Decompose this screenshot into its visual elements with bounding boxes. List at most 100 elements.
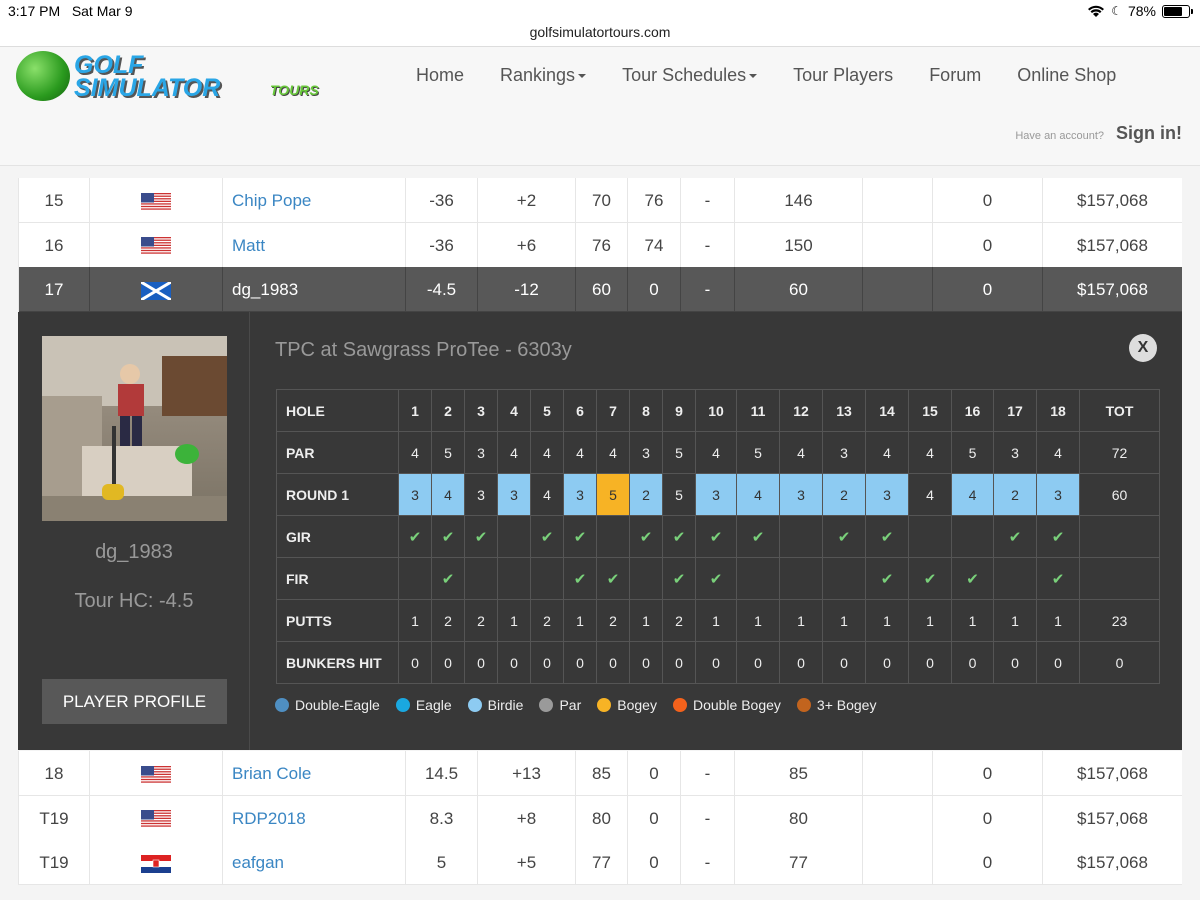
round-hole-18: 3 xyxy=(1036,473,1080,516)
check-icon: ✔ xyxy=(441,528,455,546)
url-bar[interactable]: golfsimulatortours.com xyxy=(0,22,1200,46)
hole-hole-1: 1 xyxy=(398,389,432,432)
cell-r3: - xyxy=(680,222,734,268)
gir-hole-8: ✔ xyxy=(629,515,663,558)
par-hole-4: 4 xyxy=(497,431,531,474)
cell-r3: - xyxy=(680,795,734,841)
putts-hole-16: 1 xyxy=(951,599,994,642)
cell-pts: 0 xyxy=(932,222,1042,268)
cell-total: 60 xyxy=(734,267,862,313)
putts-hole-3: 2 xyxy=(464,599,498,642)
row-label: BUNKERS HIT xyxy=(276,641,399,684)
status-time: 3:17 PM Sat Mar 9 xyxy=(8,3,133,19)
cell-r2: 0 xyxy=(627,751,680,796)
round-hole-10: 3 xyxy=(695,473,737,516)
check-icon: ✔ xyxy=(573,570,587,588)
cell-r2: 76 xyxy=(627,178,680,223)
legend-label: Par xyxy=(559,697,582,713)
cell-r1: 85 xyxy=(575,751,627,796)
cell-r2: 0 xyxy=(627,795,680,841)
bunkers-total: 0 xyxy=(1079,641,1160,684)
scorecard-row-gir: GIR ✔ ✔ ✔ ✔ ✔ ✔ ✔ ✔ ✔ ✔ ✔ ✔ ✔ xyxy=(276,515,1160,558)
sign-in-link[interactable]: Sign in! xyxy=(1116,123,1182,144)
scorecard-table: HOLE 1 2 3 4 5 6 7 8 9 10 11 12 13 14 15 16 17 18 TOT PAR 4 5 3… xyxy=(276,389,1160,684)
main-nav: Home Rankings Tour Schedules Tour Player… xyxy=(398,65,1134,86)
leaderboard-row[interactable]: T19 RDP2018 8.3 +8 80 0-80 0 $157,068 xyxy=(18,795,1182,841)
hole-hole-12: 12 xyxy=(779,389,823,432)
cell-name[interactable]: Brian Cole xyxy=(222,751,405,796)
nav-online-shop[interactable]: Online Shop xyxy=(999,65,1134,86)
row-label: PAR xyxy=(276,431,399,474)
cell-hc: -36 xyxy=(405,178,477,223)
cell-flag xyxy=(89,795,222,841)
cell-pts: 0 xyxy=(932,178,1042,223)
putts-hole-17: 1 xyxy=(993,599,1037,642)
check-icon: ✔ xyxy=(880,570,894,588)
par-total: 72 xyxy=(1079,431,1160,474)
player-profile-button[interactable]: PLAYER PROFILE xyxy=(42,679,227,724)
gir-hole-5: ✔ xyxy=(530,515,564,558)
nav-rankings-label: Rankings xyxy=(500,65,576,85)
nav-tour-players[interactable]: Tour Players xyxy=(775,65,911,86)
nav-tour-schedules[interactable]: Tour Schedules xyxy=(604,65,775,86)
leaderboard-row[interactable]: 15 Chip Pope -36 +2 70 76-146 0 $157,068 xyxy=(18,178,1182,223)
cell-name[interactable]: dg_1983 xyxy=(222,267,405,313)
cell-total: 77 xyxy=(734,840,862,886)
hole-hole-14: 14 xyxy=(865,389,909,432)
fir-hole-16: ✔ xyxy=(951,557,994,600)
cell-r3: - xyxy=(680,267,734,313)
bunkers-hole-11: 0 xyxy=(736,641,780,684)
gir-hole-4 xyxy=(497,515,531,558)
cell-total: 146 xyxy=(734,178,862,223)
close-button[interactable]: X xyxy=(1129,334,1157,362)
hole-hole-10: 10 xyxy=(695,389,737,432)
putts-hole-12: 1 xyxy=(779,599,823,642)
putts-total: 23 xyxy=(1079,599,1160,642)
bunkers-hole-17: 0 xyxy=(993,641,1037,684)
site-logo[interactable]: GOLF SIMULATOR TOURS xyxy=(16,49,319,105)
par-hole-14: 4 xyxy=(865,431,909,474)
cell-hc: 8.3 xyxy=(405,795,477,841)
putts-hole-15: 1 xyxy=(908,599,952,642)
round-hole-7: 5 xyxy=(596,473,630,516)
putts-hole-9: 2 xyxy=(662,599,696,642)
leaderboard-row[interactable]: 16 Matt -36 +6 76 74-150 0 $157,068 xyxy=(18,222,1182,268)
battery-percent: 78% xyxy=(1127,3,1156,19)
nav-home[interactable]: Home xyxy=(398,65,482,86)
legend-label: Birdie xyxy=(487,697,524,713)
status-right: ☾ 78% xyxy=(1087,3,1193,19)
check-icon: ✔ xyxy=(672,570,686,588)
leaderboard-row[interactable]: 18 Brian Cole 14.5 +13 85 0-85 0 $157,068 xyxy=(18,751,1182,796)
logo-line3: TOURS xyxy=(270,82,319,98)
time-text: 3:17 PM xyxy=(8,3,61,19)
legend-dot-icon xyxy=(275,698,289,712)
cell-r2: 0 xyxy=(627,267,680,313)
wifi-icon xyxy=(1088,5,1105,17)
check-icon: ✔ xyxy=(474,528,488,546)
leaderboard-row[interactable]: 17 dg_1983 -4.5 -12 60 0-60 0 $157,068 xyxy=(18,267,1182,313)
cell-name[interactable]: eafgan xyxy=(222,840,405,886)
check-icon: ✔ xyxy=(672,528,686,546)
fir-hole-4 xyxy=(497,557,531,600)
legend-label: 3+ Bogey xyxy=(816,697,877,713)
fir-hole-6: ✔ xyxy=(563,557,597,600)
gir-hole-3: ✔ xyxy=(464,515,498,558)
scorecard-row-putts: PUTTS 1 2 2 1 2 1 2 1 2 1 1 1 1 1 1 1 1 1 23 xyxy=(276,599,1160,642)
moon-icon: ☾ xyxy=(1111,4,1122,18)
cell-pos: 15 xyxy=(18,178,89,223)
nav-rankings[interactable]: Rankings xyxy=(482,65,604,86)
legend-item: 3+ Bogey xyxy=(796,697,877,713)
leaderboard-row[interactable]: T19 eafgan 5 +5 77 0-77 0 $157,068 xyxy=(18,840,1182,886)
cell-name[interactable]: RDP2018 xyxy=(222,795,405,841)
check-icon: ✔ xyxy=(709,570,723,588)
nav-forum[interactable]: Forum xyxy=(911,65,999,86)
putts-hole-13: 1 xyxy=(822,599,866,642)
cell-name[interactable]: Matt xyxy=(222,222,405,268)
par-hole-15: 4 xyxy=(908,431,952,474)
check-icon: ✔ xyxy=(441,570,455,588)
cell-money: $157,068 xyxy=(1042,751,1182,796)
cell-name[interactable]: Chip Pope xyxy=(222,178,405,223)
scorecard-row-round: ROUND 1 3 4 3 3 4 3 5 2 5 3 4 3 2 3 4 4 2 3 60 xyxy=(276,473,1160,516)
fir-hole-1 xyxy=(398,557,432,600)
hole-hole-7: 7 xyxy=(596,389,630,432)
